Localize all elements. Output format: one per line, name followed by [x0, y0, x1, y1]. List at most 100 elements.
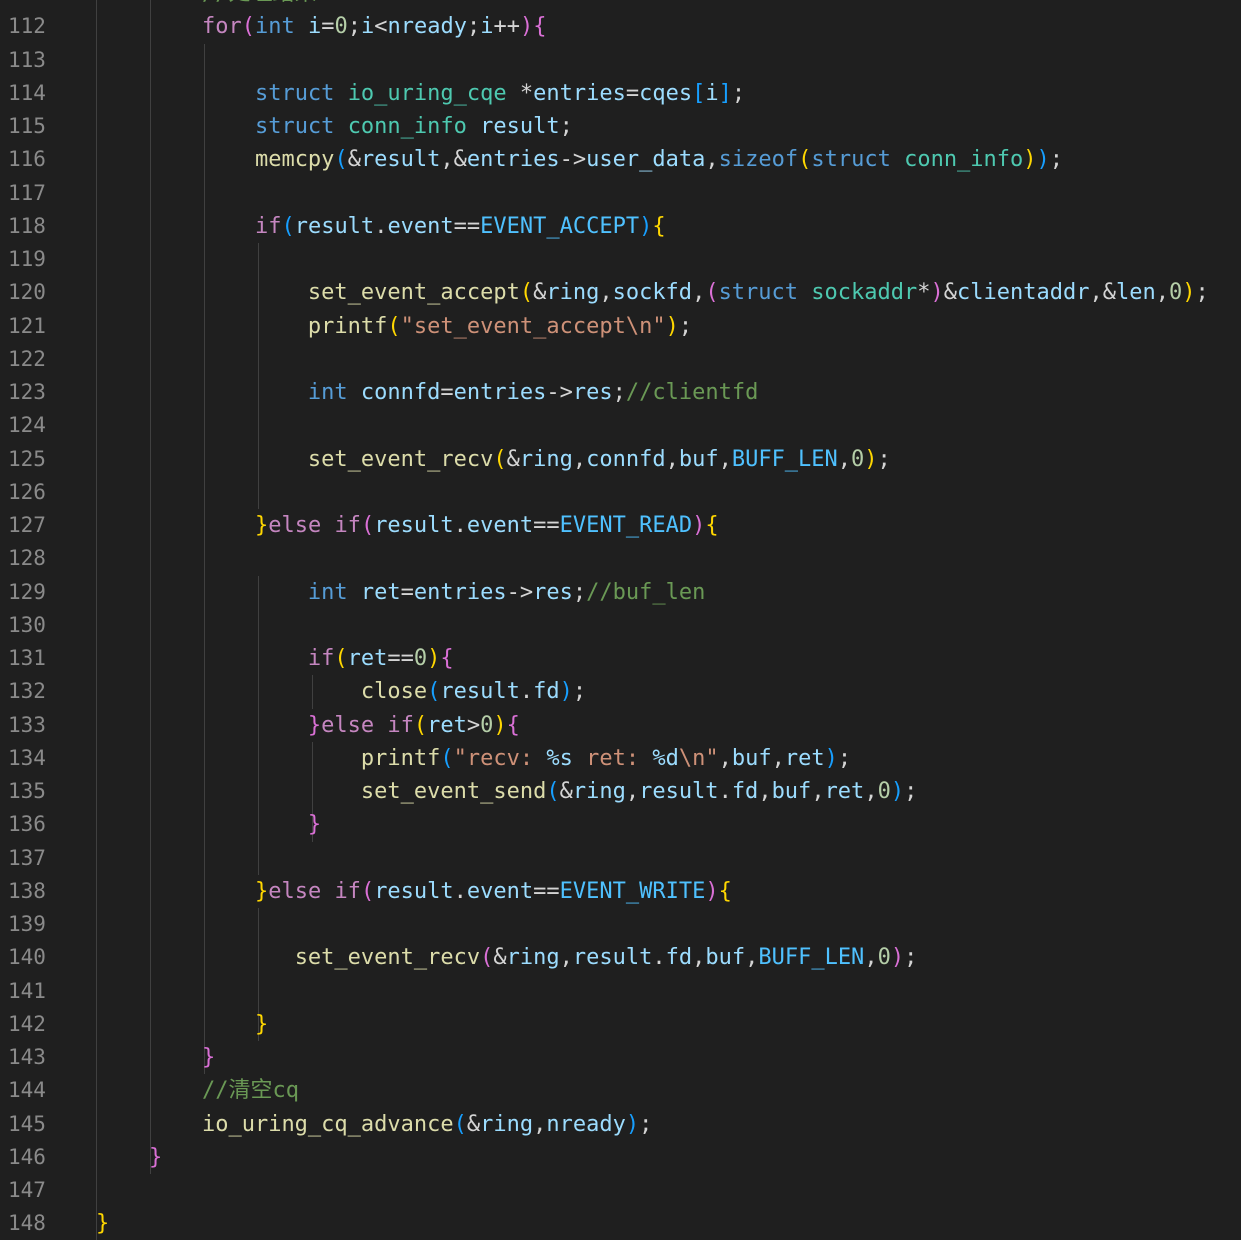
code-token: if — [307, 646, 335, 671]
code-token: BUFF_LEN — [731, 446, 838, 472]
line-number: 146 — [8, 1144, 46, 1169]
code-token: ) — [1036, 147, 1050, 173]
code-line[interactable] — [96, 409, 1241, 442]
code-line[interactable]: //处理结果 — [96, 0, 1241, 10]
code-line[interactable]: int ret=entries->res;//buf_len — [96, 576, 1241, 609]
code-token: , — [599, 280, 613, 306]
code-line[interactable]: } — [96, 1008, 1241, 1041]
code-line[interactable]: printf("set_event_accept\n"); — [96, 310, 1241, 343]
code-line[interactable]: memcpy(&result,&entries->user_data,sizeo… — [96, 143, 1241, 176]
code-token: int — [307, 380, 348, 405]
code-line[interactable]: }else if(result.event==EVENT_READ){ — [96, 509, 1241, 542]
line-number: 128 — [8, 546, 46, 571]
code-token: { — [506, 712, 520, 738]
code-token: entries — [533, 80, 626, 106]
code-token: == — [453, 213, 481, 239]
code-line[interactable]: }else if(ret>0){ — [96, 709, 1241, 742]
code-line[interactable]: set_event_recv(&ring,connfd,buf,BUFF_LEN… — [96, 443, 1241, 476]
line-number: 118 — [8, 213, 46, 238]
code-line[interactable] — [96, 908, 1241, 941]
code-token: result — [374, 878, 454, 904]
code-line[interactable]: set_event_send(&ring,result.fd,buf,ret,0… — [96, 775, 1241, 808]
line-number: 120 — [8, 280, 46, 305]
code-token: nready — [387, 14, 467, 40]
code-token: ) — [665, 313, 679, 339]
code-token: io_uring_cqe — [347, 80, 507, 106]
code-line[interactable]: //清空cq — [96, 1074, 1241, 1107]
code-token: ) — [890, 779, 905, 804]
code-editor[interactable]: 111 112 113 114 115 116 117 118 119 120 121 122 123 1… — [0, 0, 1241, 1240]
code-token: ; — [837, 745, 852, 771]
code-token: buf — [678, 446, 719, 472]
code-token: i — [360, 14, 375, 40]
code-line[interactable]: printf("recv: %s ret: %d\n",buf,ret); — [96, 742, 1241, 775]
code-token: event — [466, 878, 534, 904]
code-token: conn_info — [347, 114, 467, 139]
line-number: 121 — [8, 313, 46, 338]
code-token: = — [440, 380, 454, 405]
code-token: ) — [427, 646, 441, 671]
code-token: ( — [453, 1111, 467, 1137]
code-token: ring — [519, 446, 573, 472]
code-token: , — [837, 446, 852, 472]
code-token: } — [148, 1144, 163, 1170]
code-line[interactable]: int connfd=entries->res;//clientfd — [96, 376, 1241, 409]
code-token: sockaddr — [811, 280, 918, 306]
code-token: set_event_recv — [294, 945, 481, 971]
code-token: & — [943, 280, 958, 306]
code-line[interactable]: struct conn_info result; — [96, 110, 1241, 143]
code-line[interactable]: if(ret==0){ — [96, 642, 1241, 675]
code-token: ; — [877, 446, 891, 472]
code-area[interactable]: //处理结果 for(int i=0;i<nready;i++){ struct… — [96, 0, 1241, 1240]
code-token: . — [374, 213, 388, 239]
code-line[interactable]: } — [96, 1041, 1241, 1074]
line-number-gutter: 111 112 113 114 115 116 117 118 119 120 121 122 123 1… — [0, 0, 60, 1240]
code-line[interactable]: io_uring_cq_advance(&ring,nready); — [96, 1108, 1241, 1141]
code-token: 0 — [413, 646, 428, 671]
code-line[interactable] — [96, 542, 1241, 575]
code-token: else — [268, 878, 322, 904]
line-number: 111 — [0, 0, 60, 10]
code-token: ret — [784, 745, 825, 771]
code-token: entries — [413, 579, 507, 605]
code-line[interactable]: if(result.event==EVENT_ACCEPT){ — [96, 210, 1241, 243]
code-token: ( — [241, 14, 255, 40]
code-line[interactable] — [96, 177, 1241, 210]
code-token: ) — [559, 679, 573, 705]
code-line[interactable]: close(result.fd); — [96, 675, 1241, 708]
line-number: 145 — [8, 1111, 46, 1136]
code-line[interactable]: } — [96, 808, 1241, 841]
line-number: 141 — [8, 978, 46, 1003]
code-line[interactable]: set_event_accept(&ring,sockfd,(struct so… — [96, 276, 1241, 309]
code-line[interactable] — [96, 975, 1241, 1008]
code-line[interactable] — [96, 44, 1241, 77]
line-number: 116 — [8, 147, 46, 172]
code-token: , — [625, 779, 640, 804]
code-line[interactable] — [96, 842, 1241, 875]
line-number: 147 — [8, 1178, 46, 1202]
code-line[interactable]: } — [96, 1207, 1241, 1240]
code-token: ret — [360, 579, 401, 605]
code-line[interactable]: }else if(result.event==EVENT_WRITE){ — [96, 875, 1241, 908]
code-line[interactable] — [96, 476, 1241, 509]
code-token: ; — [572, 679, 587, 705]
code-line[interactable] — [96, 1174, 1241, 1207]
code-line[interactable] — [96, 343, 1241, 376]
code-line[interactable] — [96, 243, 1241, 276]
code-line[interactable] — [96, 609, 1241, 642]
code-line[interactable]: } — [96, 1141, 1241, 1174]
code-token: conn_info — [904, 147, 1024, 173]
code-token: for — [201, 14, 242, 40]
code-token: nready — [546, 1111, 626, 1137]
code-token: printf — [360, 745, 441, 771]
code-line[interactable]: set_event_recv(&ring,result.fd,buf,BUFF_… — [96, 941, 1241, 974]
code-line[interactable]: for(int i=0;i<nready;i++){ — [96, 10, 1241, 43]
code-line[interactable]: struct io_uring_cqe *entries=cqes[i]; — [96, 77, 1241, 110]
code-token: ( — [281, 213, 295, 239]
